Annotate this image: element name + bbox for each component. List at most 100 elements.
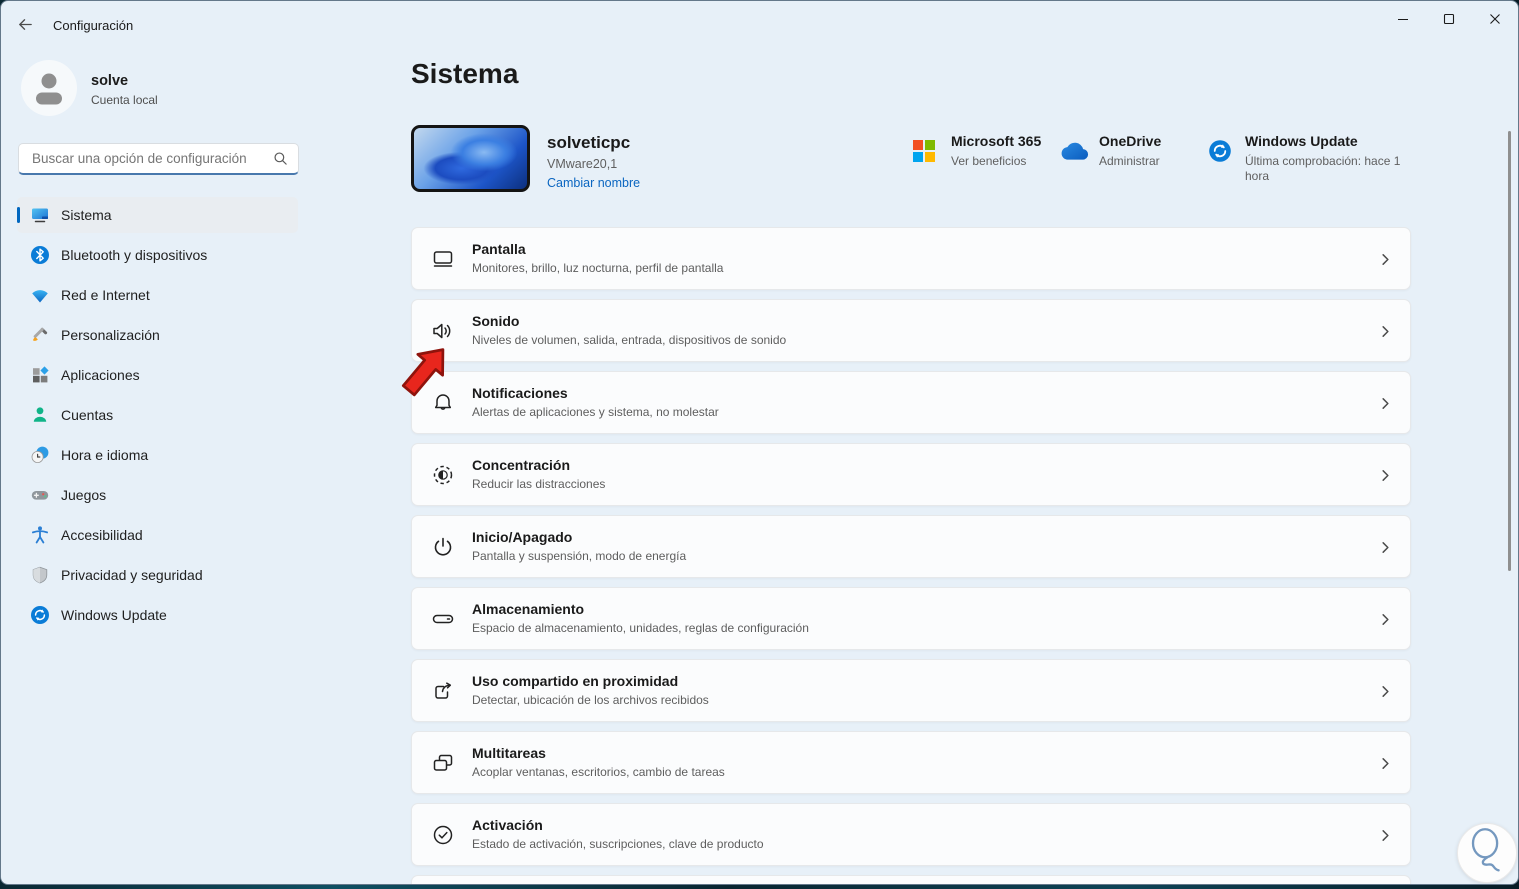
setting-row-subtitle: Monitores, brillo, luz nocturna, perfil … [472, 261, 724, 275]
sidebar-item-personalizaci-n[interactable]: Personalización [17, 317, 298, 353]
sidebar-item-aplicaciones[interactable]: Aplicaciones [17, 357, 298, 393]
setting-row-sonido[interactable]: Sonido Niveles de volumen, salida, entrad… [411, 299, 1411, 362]
sidebar-item-windows-update[interactable]: Windows Update [17, 597, 298, 633]
sidebar-item-accesibilidad[interactable]: Accesibilidad [17, 517, 298, 553]
setting-row-partial[interactable] [411, 875, 1411, 884]
device-model: VMware20,1 [547, 157, 618, 171]
display-icon [430, 246, 456, 272]
sidebar-item-privacidad-y-seguridad[interactable]: Privacidad y seguridad [17, 557, 298, 593]
setting-row-title: Sonido [472, 313, 520, 329]
storage-icon [430, 606, 456, 632]
chevron-right-icon [1378, 540, 1393, 560]
quick-microsoft365-link[interactable]: Ver beneficios [951, 154, 1026, 169]
network-icon [30, 285, 50, 305]
windows-update-icon [1208, 139, 1232, 168]
sidebar-item-red-e-internet[interactable]: Red e Internet [17, 277, 298, 313]
setting-row-activaci-n[interactable]: Activación Estado de activación, suscripc… [411, 803, 1411, 866]
sidebar-item-bluetooth-y-dispositivos[interactable]: Bluetooth y dispositivos [17, 237, 298, 273]
sidebar-item-hora-e-idioma[interactable]: Hora e idioma [17, 437, 298, 473]
setting-row-concentraci-n[interactable]: Concentración Reducir las distracciones [411, 443, 1411, 506]
sidebar-item-label: Sistema [61, 207, 112, 223]
time-language-icon [30, 445, 50, 465]
account-name: solve [91, 73, 129, 89]
power-icon [430, 534, 456, 560]
page-title: Sistema [411, 58, 519, 89]
sidebar-item-label: Bluetooth y dispositivos [61, 247, 208, 263]
account-type: Cuenta local [91, 93, 158, 107]
windows-update-icon [30, 605, 50, 625]
sidebar-item-label: Juegos [61, 487, 107, 503]
setting-row-title: Activación [472, 817, 543, 833]
sidebar-item-juegos[interactable]: Juegos [17, 477, 298, 513]
chevron-right-icon [1378, 684, 1393, 704]
microsoft-365-icon [913, 140, 935, 167]
setting-row-title: Notificaciones [472, 385, 568, 401]
setting-row-title: Inicio/Apagado [472, 529, 573, 545]
multitasking-icon [430, 750, 456, 776]
avatar[interactable] [21, 60, 77, 116]
sidebar-item-label: Hora e idioma [61, 447, 149, 463]
maximize-icon [1443, 12, 1455, 30]
setting-row-notificaciones[interactable]: Notificaciones Alertas de aplicaciones y … [411, 371, 1411, 434]
setting-row-title: Almacenamiento [472, 601, 585, 617]
device-thumbnail [411, 125, 530, 192]
setting-row-subtitle: Pantalla y suspensión, modo de energía [472, 549, 687, 563]
sidebar-item-label: Cuentas [61, 407, 114, 423]
quick-microsoft365-title: Microsoft 365 [951, 133, 1042, 149]
minimize-button[interactable] [1380, 1, 1426, 41]
magnifier-sketch-icon [1459, 823, 1515, 884]
quick-onedrive-title: OneDrive [1099, 133, 1162, 149]
close-icon [1489, 12, 1501, 30]
sidebar-item-label: Personalización [61, 327, 160, 343]
bluetooth-icon [30, 245, 50, 265]
close-button[interactable] [1472, 1, 1518, 41]
setting-row-subtitle: Acoplar ventanas, escritorios, cambio de… [472, 765, 725, 779]
system-icon [30, 205, 50, 225]
chevron-right-icon [1378, 468, 1393, 488]
chevron-right-icon [1378, 828, 1393, 848]
quick-windows-update-status: Última comprobación: hace 1 hora [1245, 154, 1401, 183]
back-arrow-icon [17, 19, 34, 37]
setting-row-subtitle: Estado de activación, suscripciones, cla… [472, 837, 764, 851]
magnifier-badge [1457, 823, 1517, 883]
sidebar-item-label: Accesibilidad [61, 527, 143, 543]
sidebar-item-sistema[interactable]: Sistema [17, 197, 298, 233]
setting-row-subtitle: Reducir las distracciones [472, 477, 606, 491]
setting-row-inicio-apagado[interactable]: Inicio/Apagado Pantalla y suspensión, mod… [411, 515, 1411, 578]
accessibility-icon [30, 525, 50, 545]
device-name: solveticpc [547, 133, 631, 152]
sidebar-nav: Sistema Bluetooth y dispositivos Red e Int… [17, 197, 298, 637]
quick-onedrive-link[interactable]: Administrar [1099, 154, 1160, 169]
setting-row-title: Concentración [472, 457, 571, 473]
chevron-right-icon [1378, 252, 1393, 272]
sidebar-item-label: Windows Update [61, 607, 167, 623]
chevron-right-icon [1378, 756, 1393, 776]
setting-row-title: Multitareas [472, 745, 546, 761]
search-box[interactable] [18, 143, 299, 175]
gaming-icon [30, 485, 50, 505]
scrollbar-thumb[interactable] [1508, 131, 1511, 571]
sound-icon [430, 318, 456, 344]
back-button[interactable] [17, 16, 37, 34]
setting-row-pantalla[interactable]: Pantalla Monitores, brillo, luz nocturna,… [411, 227, 1411, 290]
setting-row-subtitle: Detectar, ubicación de los archivos reci… [472, 693, 709, 707]
setting-row-multitareas[interactable]: Multitareas Acoplar ventanas, escritorios… [411, 731, 1411, 794]
settings-window: Configuración solve Cuenta local Sistema… [0, 0, 1519, 885]
quick-windows-update-title: Windows Update [1245, 133, 1358, 149]
chevron-right-icon [1378, 612, 1393, 632]
personalization-icon [30, 325, 50, 345]
window-title: Configuración [53, 18, 134, 33]
sidebar-item-cuentas[interactable]: Cuentas [17, 397, 298, 433]
rename-device-link[interactable]: Cambiar nombre [547, 176, 640, 190]
search-icon [273, 151, 288, 166]
setting-row-uso-compartido-en-proximidad[interactable]: Uso compartido en proximidad Detectar, ub… [411, 659, 1411, 722]
notifications-icon [430, 390, 456, 416]
setting-row-subtitle: Espacio de almacenamiento, unidades, reg… [472, 621, 809, 635]
setting-row-almacenamiento[interactable]: Almacenamiento Espacio de almacenamiento,… [411, 587, 1411, 650]
accounts-icon [30, 405, 50, 425]
setting-row-subtitle: Niveles de volumen, salida, entrada, dis… [472, 333, 787, 347]
maximize-button[interactable] [1426, 1, 1472, 41]
sidebar-item-label: Privacidad y seguridad [61, 567, 203, 583]
onedrive-icon [1059, 142, 1090, 166]
search-input[interactable] [30, 150, 273, 167]
